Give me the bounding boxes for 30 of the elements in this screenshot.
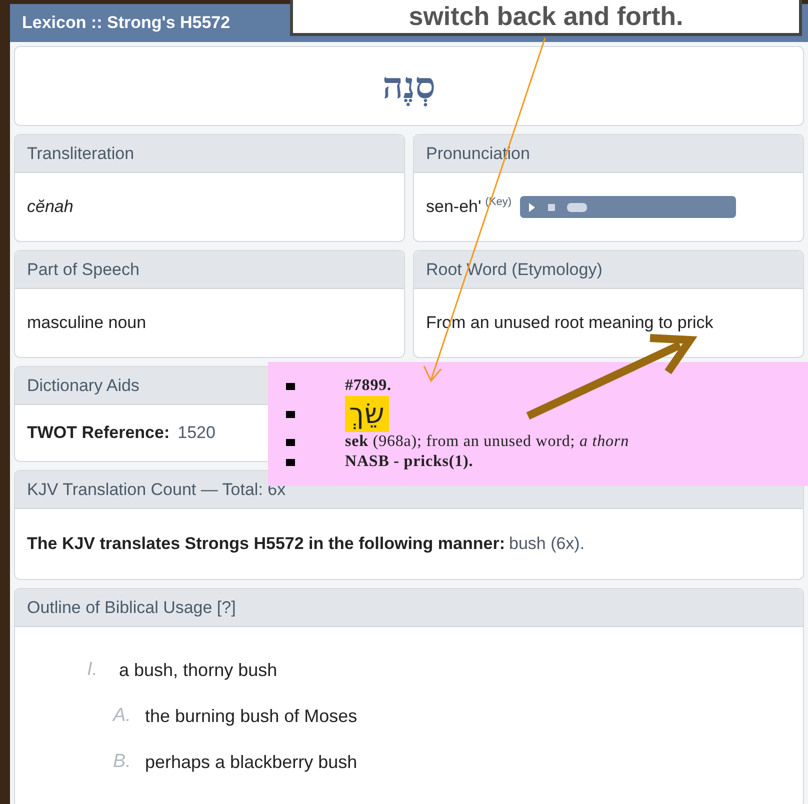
outline-text: a bush, thorny bush [119, 658, 278, 682]
section-header: Part of Speech [15, 251, 404, 289]
entry-number: #7899. [345, 376, 392, 396]
outline-marker: A. [113, 704, 132, 728]
bullet-icon [286, 458, 295, 466]
outline-marker: B. [113, 750, 132, 774]
slider-thumb-icon[interactable] [566, 202, 587, 212]
section-header: Transliteration [15, 135, 404, 173]
hebrew-word: שֵׂךְ [345, 396, 389, 432]
play-icon[interactable] [528, 202, 536, 212]
outline-text: perhaps a blackberry bush [145, 750, 358, 774]
field-value: masculine noun [27, 312, 146, 334]
field-value: sen-eh' [426, 196, 482, 218]
headword: סְנֶה [382, 64, 436, 109]
bullet-icon [286, 382, 295, 390]
field-value: cĕnah [27, 196, 74, 218]
bush-link[interactable]: bush (6x). [508, 531, 585, 557]
bullet-icon [286, 410, 295, 418]
section-header: Outline of Biblical Usage [?] [15, 589, 803, 627]
bullet-icon [286, 438, 295, 446]
audio-player[interactable] [520, 196, 736, 218]
twot-value: 1520 [178, 422, 216, 444]
stop-icon[interactable] [548, 204, 555, 210]
callout-text: switch back and forth. [408, 3, 684, 29]
outline-text: the burning bush of Moses [145, 704, 358, 728]
kjv-sentence: The KJV translates Strongs H5572 in the following manner: [27, 533, 505, 556]
definition-text: sek (968a); from an unused word; a thorn [345, 432, 629, 452]
twot-label: TWOT Reference: [27, 422, 170, 444]
outline-marker: I. [87, 658, 99, 682]
usage-text: NASB - pricks(1). [345, 452, 474, 472]
